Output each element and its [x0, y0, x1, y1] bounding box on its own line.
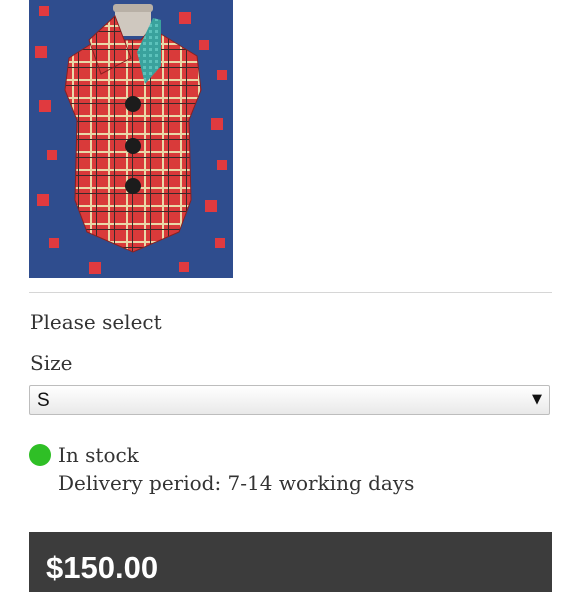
stock-status: In stock	[58, 443, 139, 467]
divider	[29, 292, 552, 293]
size-label: Size	[30, 351, 73, 375]
size-select[interactable]: S ▼	[29, 385, 550, 415]
price-bar: $150.00	[29, 532, 552, 592]
size-selected-value: S	[37, 390, 50, 411]
product-image[interactable]	[29, 0, 233, 278]
please-select-label: Please select	[30, 310, 162, 334]
price: $150.00	[46, 550, 159, 585]
delivery-period: Delivery period: 7-14 working days	[58, 471, 415, 495]
in-stock-indicator-icon	[29, 444, 51, 466]
chevron-down-icon: ▼	[532, 392, 542, 407]
